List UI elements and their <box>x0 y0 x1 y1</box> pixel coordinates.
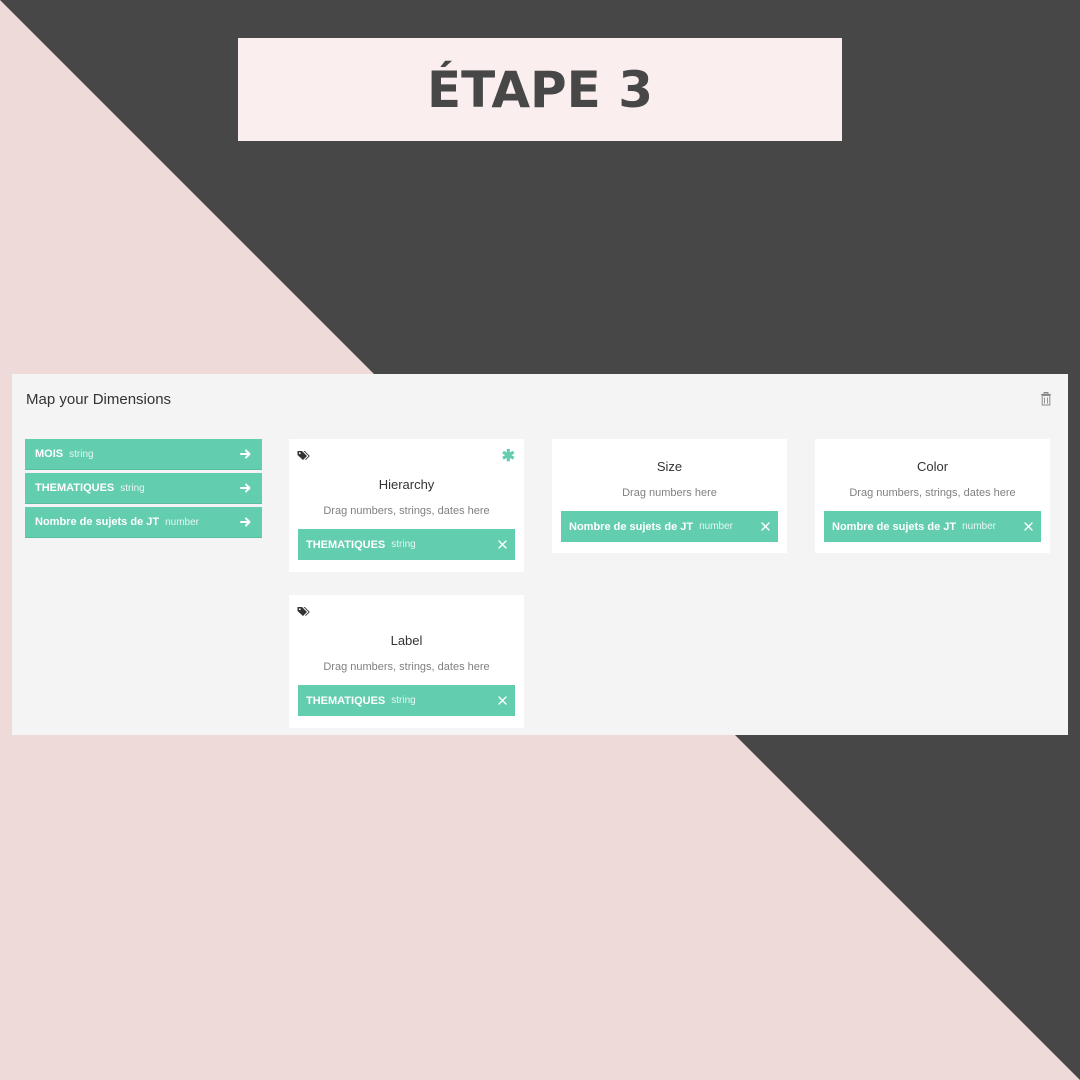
tag-icon <box>297 451 310 460</box>
color-chip[interactable]: Nombre de sujets de JT number <box>824 511 1041 542</box>
chip-name: Nombre de sujets de JT <box>832 520 957 533</box>
dimension-type: string <box>69 448 94 460</box>
dimension-item-mois[interactable]: MOIS string <box>25 439 262 470</box>
hierarchy-title: Hierarchy <box>378 477 435 492</box>
color-hint: Drag numbers, strings, dates here <box>849 487 1016 499</box>
dimension-name: Nombre de sujets de JT <box>35 516 160 528</box>
size-title: Size <box>656 459 683 474</box>
chip-name: THEMATIQUES <box>306 538 386 551</box>
arrow-right-icon[interactable] <box>240 448 252 460</box>
title-banner: ÉTAPE 3 <box>238 38 842 141</box>
asterisk-icon: ✱ <box>501 448 515 465</box>
chip-type: string <box>391 695 416 706</box>
label-title: Label <box>390 633 423 648</box>
dimension-item-nombre-de-sujets[interactable]: Nombre de sujets de JT number <box>25 507 262 538</box>
arrow-right-icon[interactable] <box>240 516 252 528</box>
color-card[interactable]: Color Drag numbers, strings, dates here … <box>815 439 1050 553</box>
color-title: Color <box>916 459 949 474</box>
map-dimensions-panel: Map your Dimensions MOIS string THEMATIQ… <box>12 374 1068 735</box>
size-chip[interactable]: Nombre de sujets de JT number <box>561 511 778 542</box>
close-icon[interactable] <box>498 696 507 705</box>
trash-icon[interactable] <box>1040 392 1052 406</box>
close-icon[interactable] <box>1024 522 1033 531</box>
dimension-name: MOIS <box>35 448 64 460</box>
chip-type: number <box>962 521 996 532</box>
hierarchy-card[interactable]: ✱ Hierarchy Drag numbers, strings, dates… <box>289 439 524 572</box>
hierarchy-hint: Drag numbers, strings, dates here <box>323 505 490 517</box>
dimension-type: string <box>120 482 145 494</box>
dimension-name: THEMATIQUES <box>35 482 115 494</box>
hierarchy-chip[interactable]: THEMATIQUES string <box>298 529 515 560</box>
label-hint: Drag numbers, strings, dates here <box>323 661 490 673</box>
dimension-list: MOIS string THEMATIQUES string Nombre de… <box>25 439 262 541</box>
dimension-type: number <box>165 516 199 528</box>
close-icon[interactable] <box>761 522 770 531</box>
close-icon[interactable] <box>498 540 507 549</box>
label-card[interactable]: Label Drag numbers, strings, dates here … <box>289 595 524 728</box>
chip-type: string <box>391 539 416 550</box>
size-hint: Drag numbers here <box>622 487 717 499</box>
panel-title: Map your Dimensions <box>26 391 172 408</box>
page-title: ÉTAPE 3 <box>426 60 654 119</box>
chip-name: THEMATIQUES <box>306 694 386 707</box>
dimension-item-thematiques[interactable]: THEMATIQUES string <box>25 473 262 504</box>
tag-icon <box>297 607 310 616</box>
label-chip[interactable]: THEMATIQUES string <box>298 685 515 716</box>
chip-name: Nombre de sujets de JT <box>569 520 694 533</box>
chip-type: number <box>699 521 733 532</box>
size-card[interactable]: Size Drag numbers here Nombre de sujets … <box>552 439 787 553</box>
arrow-right-icon[interactable] <box>240 482 252 494</box>
